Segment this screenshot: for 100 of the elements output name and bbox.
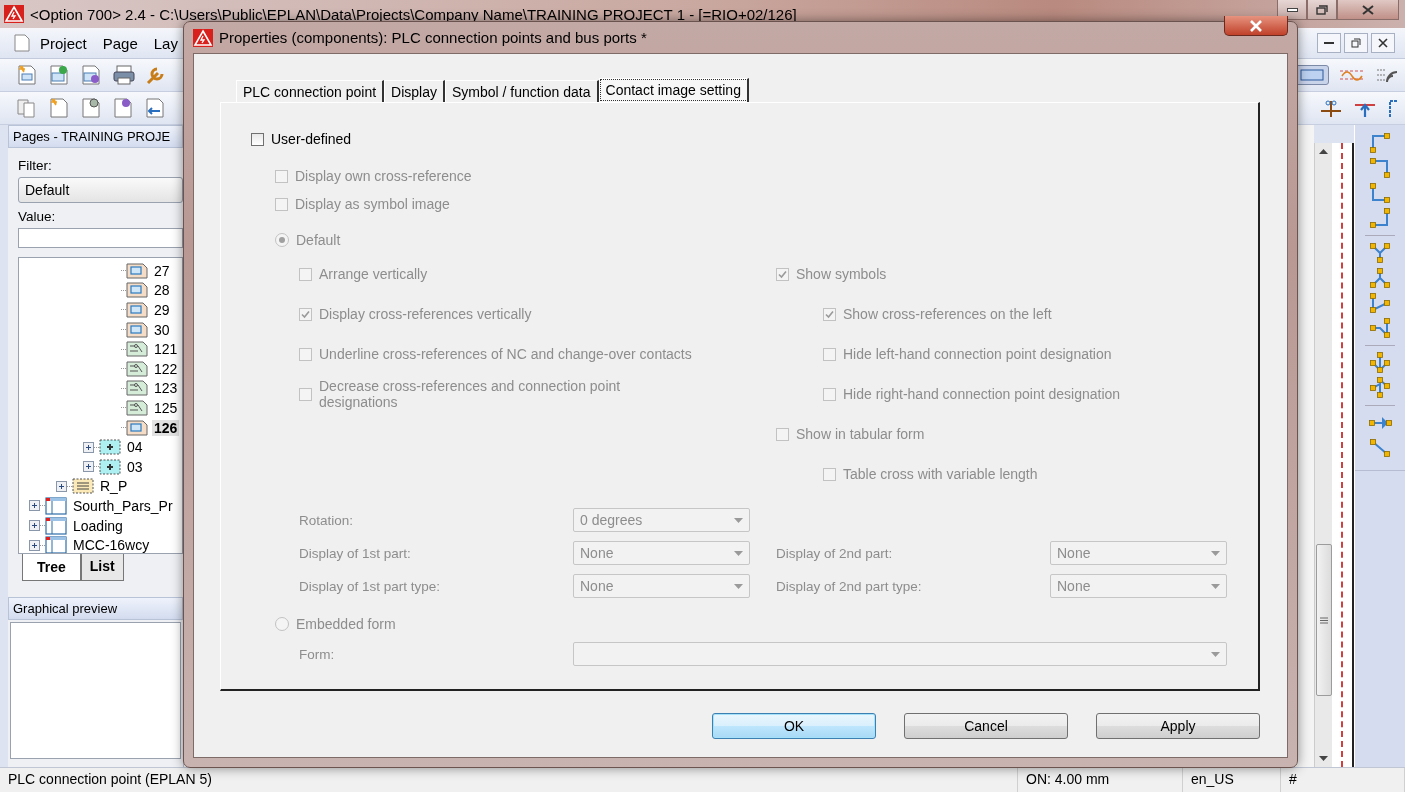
tree-item[interactable]: R_P	[98, 478, 130, 495]
restore-icon	[1316, 4, 1328, 15]
dashed-plus-box-icon	[99, 456, 121, 477]
menu-item[interactable]: Lay	[147, 32, 184, 54]
scrollbar[interactable]	[1314, 143, 1332, 767]
tab[interactable]: PLC connection point	[236, 80, 385, 102]
corner-connector-icon[interactable]	[1368, 206, 1392, 230]
filter-dropdown[interactable]: Default	[18, 177, 183, 203]
diagonal-connector-icon[interactable]	[1368, 436, 1392, 460]
tree-item[interactable]: 122	[152, 360, 180, 377]
scroll-up-icon	[1319, 149, 1328, 154]
cut-line-icon[interactable]	[1319, 97, 1343, 119]
printer-icon[interactable]	[112, 63, 136, 87]
expand-icon[interactable]	[29, 520, 40, 531]
tree-item[interactable]: Sourth_Pars_Pr	[71, 497, 175, 514]
menu-item[interactable]: Page	[96, 32, 144, 54]
tee-connector-icon[interactable]	[1368, 241, 1392, 265]
restore-button[interactable]	[1307, 0, 1337, 20]
expand-icon[interactable]	[83, 441, 94, 453]
schematic-page-icon	[126, 339, 148, 360]
field-label: Filter:	[18, 158, 53, 173]
corner-connector-icon[interactable]	[1368, 181, 1392, 205]
panel-title: Graphical preview	[8, 597, 183, 620]
checkbox-label: Decrease cross-references and connection point designations	[319, 378, 622, 410]
field-label: Display of 2nd part:	[776, 545, 894, 561]
tee-connector-icon[interactable]	[1368, 291, 1392, 315]
minimize-icon	[1286, 7, 1298, 12]
close-button[interactable]	[1337, 0, 1399, 20]
window-title: <Option 700> 2.4 - C:\Users\Public\EPLAN\Data\Projects\Company Name\TRAINING PROJECT 1 - [=RIO+02/126]	[30, 5, 797, 23]
window-icon	[45, 495, 67, 516]
tree-item[interactable]: Loading	[71, 517, 125, 534]
bracket-icon[interactable]	[1387, 97, 1399, 119]
tree-item[interactable]: 30	[152, 321, 172, 338]
expand-icon[interactable]	[56, 480, 67, 492]
tree-item[interactable]: 03	[125, 458, 145, 475]
value-field[interactable]	[18, 228, 183, 248]
checkbox[interactable]	[251, 132, 264, 146]
checkbox-label: User-defined	[271, 131, 352, 147]
tree-item[interactable]: 28	[152, 282, 172, 299]
page-icon	[126, 300, 148, 320]
expand-icon[interactable]	[83, 461, 94, 473]
field-label: Value:	[18, 209, 57, 224]
field-label: Display of 1st part type:	[299, 578, 442, 594]
page-icon	[126, 417, 148, 438]
field-label: Form:	[299, 646, 336, 662]
tree-item[interactable]: 27	[152, 262, 172, 279]
panel-title: Pages - TRAINING PROJE	[8, 125, 183, 148]
tab[interactable]: Symbol / function data	[445, 80, 599, 102]
menu-item[interactable]: Project	[34, 32, 93, 54]
radio-label: Default	[296, 232, 341, 248]
dialog-title: Properties (components): PLC connection points and bus ports *	[219, 29, 647, 46]
tab[interactable]: List	[80, 554, 124, 581]
checkbox-label: Arrange vertically	[319, 266, 428, 282]
checkbox-label: Show in tabular form	[796, 426, 925, 442]
close-button[interactable]	[1371, 33, 1395, 53]
tee-connector-icon[interactable]	[1368, 266, 1392, 290]
tree-item[interactable]: 126	[152, 419, 180, 436]
minimize-button[interactable]	[1317, 33, 1341, 53]
tree-item[interactable]: MCC-16wcy	[71, 537, 152, 553]
tree-item[interactable]: 121	[152, 341, 180, 358]
caret-icon	[734, 583, 743, 589]
caret-icon	[1211, 651, 1220, 657]
checkbox-label: Show symbols	[796, 266, 887, 282]
branch-connector-icon[interactable]	[1368, 376, 1392, 400]
field-label: Display of 1st part:	[299, 545, 412, 561]
tab[interactable]: Display	[384, 80, 445, 102]
restore-icon	[1351, 38, 1361, 48]
tree-item[interactable]: 123	[152, 380, 180, 397]
schematic-page-icon	[126, 397, 148, 418]
corner-connector-icon[interactable]	[1368, 156, 1392, 180]
dialog-button[interactable]: OK	[712, 713, 876, 739]
page-icon	[126, 319, 148, 340]
tree-item[interactable]: 04	[125, 439, 145, 456]
corner-connector-icon[interactable]	[1368, 131, 1392, 155]
dashed-plus-box-icon	[99, 437, 121, 458]
schematic-page-icon	[126, 378, 148, 399]
close-icon	[1249, 19, 1263, 32]
schematic-page-icon	[126, 358, 148, 379]
caret-icon	[1211, 583, 1220, 589]
page-icon	[126, 280, 148, 301]
checkbox-label: Display own cross-reference	[295, 168, 472, 184]
dialog-button[interactable]: Cancel	[904, 713, 1068, 739]
scroll-down-icon	[1319, 756, 1328, 761]
expand-icon[interactable]	[29, 500, 40, 512]
caret-icon	[1211, 550, 1220, 556]
minimize-button[interactable]	[1277, 0, 1307, 20]
tree-item[interactable]: 125	[152, 399, 180, 416]
checkbox-label: Show cross-references on the left	[843, 306, 1052, 322]
expand-icon[interactable]	[29, 539, 40, 551]
dialog-button[interactable]: Apply	[1096, 713, 1260, 739]
close-button[interactable]	[1224, 16, 1288, 36]
minimize-icon	[1324, 42, 1334, 44]
branch-connector-icon[interactable]	[1368, 351, 1392, 375]
dropdown[interactable]	[573, 642, 1227, 666]
caret-icon	[734, 517, 743, 523]
tee-connector-icon[interactable]	[1368, 316, 1392, 340]
tab[interactable]: Contact image setting	[598, 78, 749, 102]
checkbox-label: Underline cross-references of NC and change-over contacts	[319, 346, 692, 362]
checkbox-label: Table cross with variable length	[843, 466, 1038, 482]
tree-item[interactable]: 29	[152, 302, 172, 318]
